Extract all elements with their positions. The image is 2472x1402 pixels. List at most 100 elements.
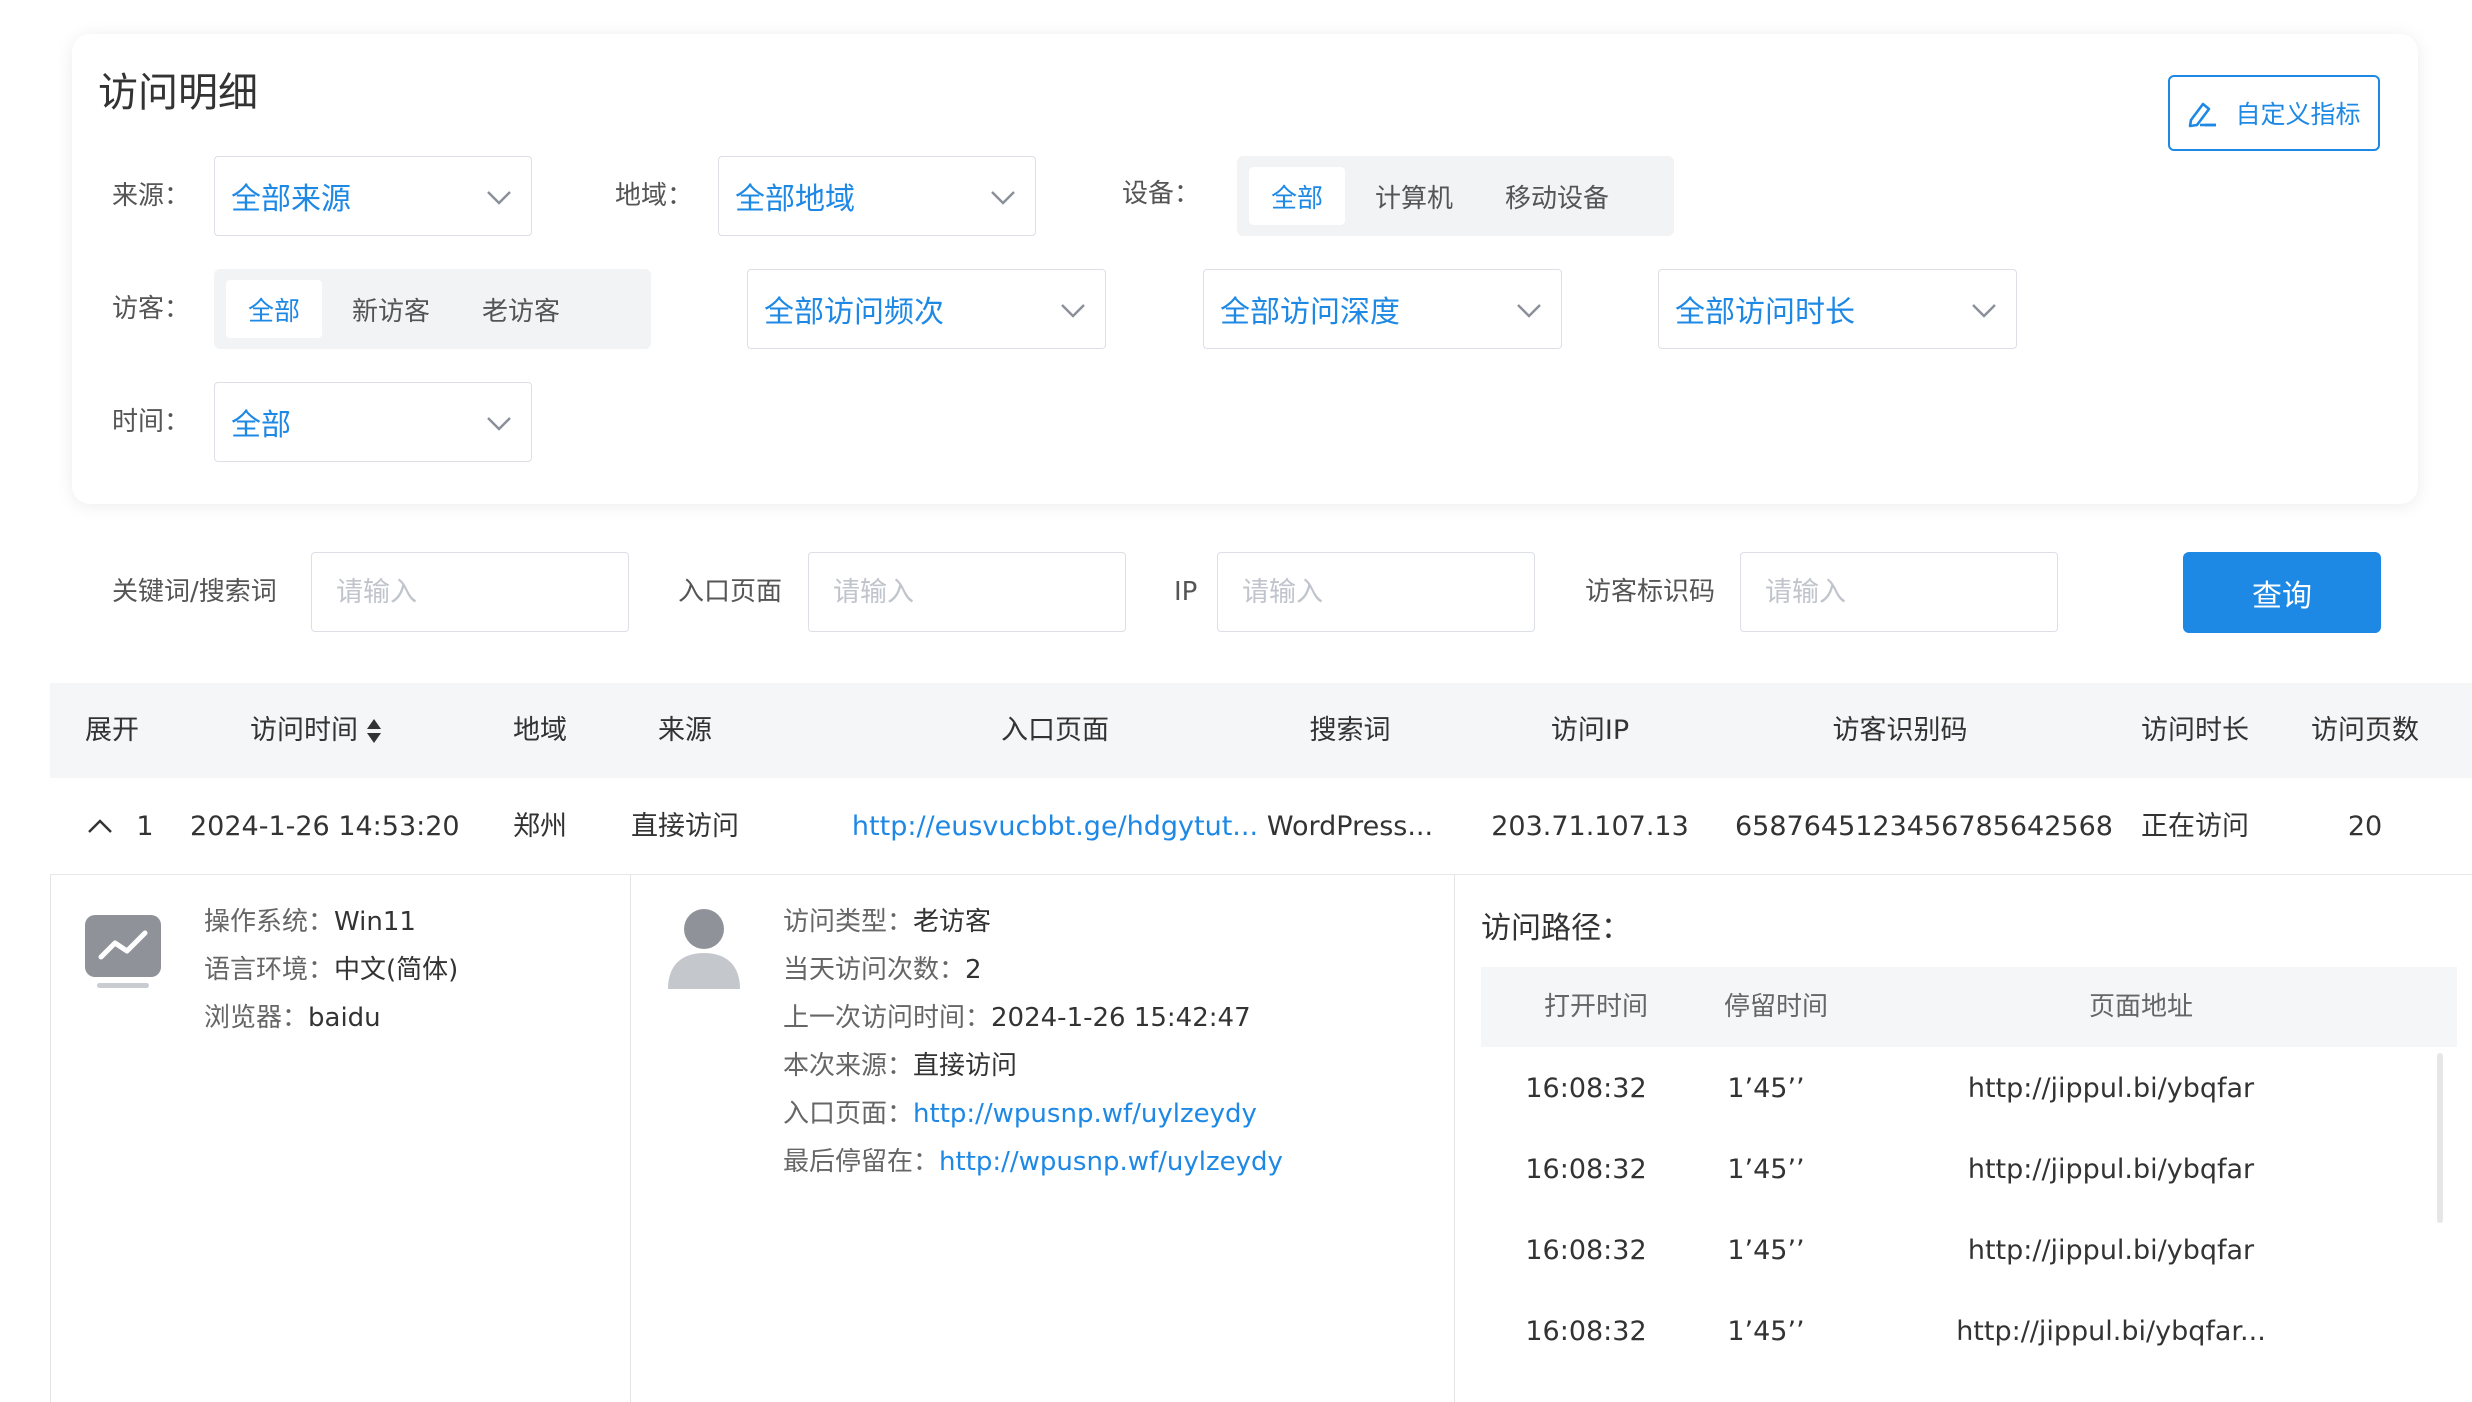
this-source-info: 本次来源：直接访问 — [783, 1051, 1018, 1081]
chevron-down-icon — [487, 417, 511, 431]
source-label: 来源： — [112, 181, 191, 211]
sort-icon — [367, 718, 381, 743]
chevron-down-icon — [1972, 304, 1996, 318]
user-avatar-icon — [668, 909, 740, 989]
row-region: 郑州 — [513, 811, 567, 842]
edit-icon — [2189, 102, 2217, 128]
visitor-info-panel: 访问类型：老访客 当天访问次数：2 上一次访问时间：2024-1-26 15:4… — [631, 875, 1455, 1402]
visitor-option-returning[interactable]: 老访客 — [460, 280, 582, 338]
row-visit-time: 2024-1-26 14:53:20 — [190, 811, 460, 842]
path-header-stay-time: 停留时间 — [1723, 992, 1828, 1022]
device-option-mobile[interactable]: 移动设备 — [1483, 167, 1631, 225]
column-header-duration: 访问时长 — [2141, 715, 2249, 746]
visitor-option-all[interactable]: 全部 — [226, 280, 323, 338]
region-select[interactable]: 全部地域 — [718, 156, 1036, 236]
row-detail: 操作系统：Win11 语言环境：中文(简体) 浏览器：baidu 访问类型：老访… — [50, 875, 2472, 1402]
keyword-label: 关键词/搜索词 — [112, 577, 277, 607]
path-row-url-link[interactable]: http://jippul.bi/ybqfar — [1946, 1154, 2276, 1185]
path-row-stay-time: 1’45’’ — [1727, 1235, 1805, 1266]
path-row-stay-time: 1’45’’ — [1727, 1073, 1805, 1104]
device-label: 设备： — [1122, 179, 1201, 209]
path-row-stay-time: 1’45’’ — [1727, 1154, 1805, 1185]
path-row-open-time: 16:08:32 — [1525, 1154, 1647, 1185]
region-select-value: 全部地域 — [735, 182, 855, 217]
time-select-value: 全部 — [231, 408, 291, 443]
source-select[interactable]: 全部来源 — [214, 156, 532, 236]
table-header: 展开 访问时间 地域 来源 入口页面 搜索词 访问IP 访客识别码 访问时长 访… — [50, 683, 2472, 778]
path-header-page-url: 页面地址 — [2088, 992, 2193, 1022]
path-row-open-time: 16:08:32 — [1525, 1235, 1647, 1266]
row-keyword: WordPress... — [1266, 811, 1434, 842]
last-visit-time-info: 上一次访问时间：2024-1-26 15:42:47 — [783, 1003, 1251, 1033]
depth-select[interactable]: 全部访问深度 — [1203, 269, 1562, 349]
column-header-ip: 访问IP — [1550, 715, 1630, 746]
column-header-keyword: 搜索词 — [1309, 715, 1391, 746]
path-row-stay-time: 1’45’’ — [1727, 1316, 1805, 1347]
entry-page-label: 入口页面 — [678, 577, 783, 607]
entry-page-input[interactable] — [808, 552, 1126, 632]
table-row: 1 2024-1-26 14:53:20 郑州 直接访问 http://eusv… — [50, 778, 2472, 875]
path-row-url-link[interactable]: http://jippul.bi/ybqfar... — [1931, 1316, 2291, 1347]
column-header-expand: 展开 — [85, 715, 139, 746]
visit-path-scrollbar[interactable] — [2437, 1053, 2443, 1223]
entry-page-link[interactable]: http://wpusnp.wf/uylzeydy — [913, 1099, 1257, 1129]
path-row-url-link[interactable]: http://jippul.bi/ybqfar — [1946, 1073, 2276, 1104]
path-row-open-time: 16:08:32 — [1525, 1316, 1647, 1347]
chevron-up-icon — [88, 818, 112, 833]
chevron-down-icon — [991, 191, 1015, 205]
row-pages: 20 — [2347, 811, 2383, 842]
row-source: 直接访问 — [631, 811, 739, 842]
browser-info: 浏览器：baidu — [204, 1003, 381, 1033]
custom-metrics-button[interactable]: 自定义指标 — [2168, 75, 2380, 151]
visitor-id-label: 访客标识码 — [1585, 577, 1716, 607]
today-visit-count-info: 当天访问次数：2 — [783, 955, 982, 985]
column-header-visit-time-label: 访问时间 — [250, 715, 358, 746]
column-header-entry-page: 入口页面 — [1001, 715, 1109, 746]
region-label: 地域： — [615, 181, 694, 211]
entry-page-info: 入口页面：http://wpusnp.wf/uylzeydy — [783, 1099, 1257, 1129]
visitor-option-new[interactable]: 新访客 — [330, 280, 452, 338]
monitor-icon — [85, 915, 161, 988]
page-title: 访问明细 — [98, 70, 258, 116]
os-info: 操作系统：Win11 — [204, 907, 416, 937]
collapse-toggle[interactable] — [80, 778, 120, 875]
chevron-down-icon — [1517, 304, 1541, 318]
column-header-visit-time[interactable]: 访问时间 — [210, 683, 422, 778]
device-option-all[interactable]: 全部 — [1249, 167, 1346, 225]
visit-path-title: 访问路径： — [1481, 911, 1631, 946]
path-row-url-link[interactable]: http://jippul.bi/ybqfar — [1946, 1235, 2276, 1266]
visitor-segmented: 全部 新访客 老访客 — [214, 269, 651, 349]
ip-input[interactable] — [1217, 552, 1535, 632]
visit-type-info: 访问类型：老访客 — [783, 907, 992, 937]
chevron-down-icon — [1061, 304, 1085, 318]
device-info-panel: 操作系统：Win11 语言环境：中文(简体) 浏览器：baidu — [51, 875, 631, 1402]
path-row-open-time: 16:08:32 — [1525, 1073, 1647, 1104]
time-label: 时间： — [112, 407, 191, 437]
filter-card: 访问明细 自定义指标 来源： 全部来源 地域： 全部地域 设备： 全部 计算机 … — [72, 34, 2418, 504]
last-stay-link[interactable]: http://wpusnp.wf/uylzeydy — [939, 1147, 1283, 1177]
frequency-select-value: 全部访问频次 — [764, 295, 944, 330]
query-button[interactable]: 查询 — [2183, 552, 2381, 633]
language-info: 语言环境：中文(简体) — [204, 955, 459, 985]
row-duration: 正在访问 — [2141, 811, 2249, 842]
visitor-label: 访客： — [112, 294, 191, 324]
duration-select-value: 全部访问时长 — [1675, 295, 1855, 330]
visit-path-header: 打开时间 停留时间 页面地址 — [1481, 967, 2457, 1047]
visitor-id-input[interactable] — [1740, 552, 2058, 632]
column-header-source: 来源 — [658, 715, 712, 746]
device-option-computer[interactable]: 计算机 — [1353, 167, 1475, 225]
keyword-input[interactable] — [311, 552, 629, 632]
column-header-pages: 访问页数 — [2311, 715, 2419, 746]
duration-select[interactable]: 全部访问时长 — [1658, 269, 2017, 349]
depth-select-value: 全部访问深度 — [1220, 295, 1400, 330]
path-header-open-time: 打开时间 — [1543, 992, 1648, 1022]
device-segmented: 全部 计算机 移动设备 — [1237, 156, 1674, 236]
row-entry-page-link[interactable]: http://eusvucbbt.ge/hdgytut... — [810, 778, 1300, 875]
source-select-value: 全部来源 — [231, 182, 351, 217]
frequency-select[interactable]: 全部访问频次 — [747, 269, 1106, 349]
custom-metrics-label: 自定义指标 — [2235, 100, 2361, 129]
time-select[interactable]: 全部 — [214, 382, 532, 462]
column-header-region: 地域 — [513, 715, 567, 746]
row-ip: 203.71.107.13 — [1491, 811, 1689, 842]
row-visitor-id: 6587645123456785642568 — [1735, 811, 2113, 842]
